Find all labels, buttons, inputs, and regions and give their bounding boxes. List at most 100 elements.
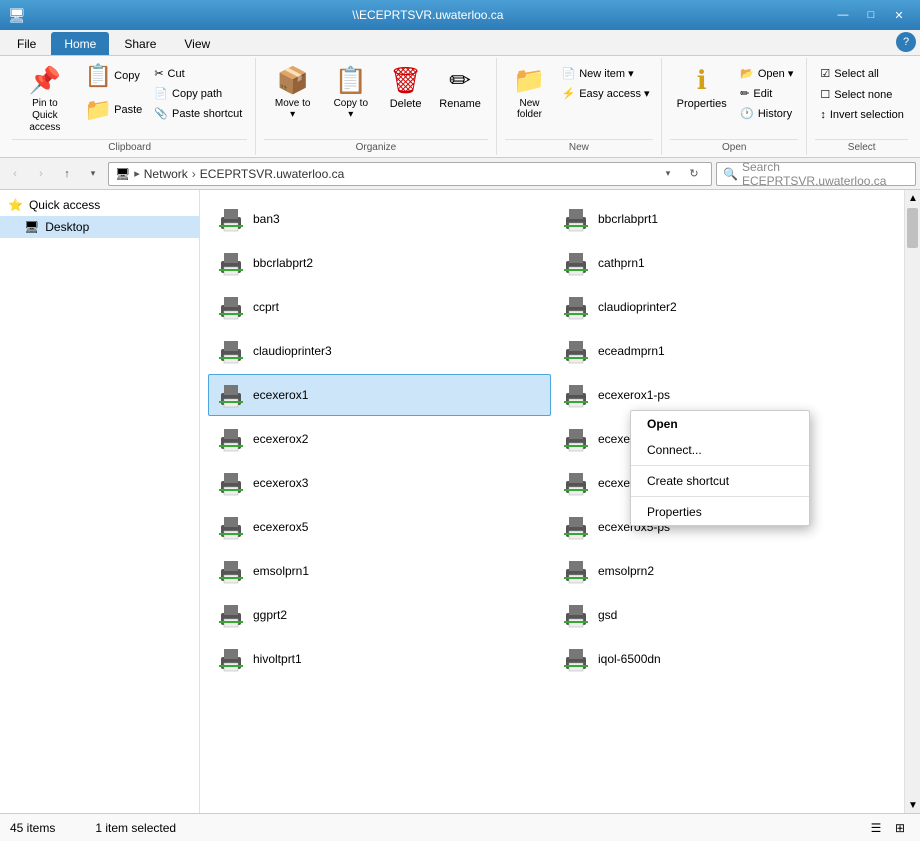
printer-icon xyxy=(215,643,247,675)
file-item[interactable]: ecexerox2 xyxy=(208,418,551,460)
tab-home[interactable]: Home xyxy=(51,32,109,55)
properties-button[interactable]: ℹ Properties xyxy=(670,60,733,115)
minimize-button[interactable]: — xyxy=(830,5,856,25)
maximize-button[interactable]: □ xyxy=(858,5,884,25)
clipboard-label: Clipboard xyxy=(12,139,247,153)
copy-path-icon: 📄 xyxy=(154,87,168,100)
file-item[interactable]: ecexerox5 xyxy=(208,506,551,548)
sidebar-item-quick-access[interactable]: ⭐ Quick access xyxy=(0,194,199,216)
context-menu-open[interactable]: Open xyxy=(631,411,809,437)
tab-file[interactable]: File xyxy=(4,32,49,55)
cut-button[interactable]: ✂ Cut xyxy=(149,64,247,83)
printer-icon xyxy=(560,599,592,631)
file-item[interactable]: emsolprn2 xyxy=(553,550,896,592)
address-bar[interactable]: 🖥 ▸ Network › ECEPRTSVR.uwaterloo.ca ▾ ↻ xyxy=(108,162,712,186)
file-item[interactable]: ecexerox3 xyxy=(208,462,551,504)
refresh-button[interactable]: ↻ xyxy=(683,163,705,185)
forward-button[interactable]: › xyxy=(30,163,52,185)
open-button[interactable]: 📂 Open ▾ xyxy=(735,64,798,83)
file-item[interactable]: eceadmprn1 xyxy=(553,330,896,372)
printer-icon xyxy=(215,599,247,631)
invert-selection-button[interactable]: ↕ Invert selection xyxy=(815,106,908,124)
file-item-ecexerox1[interactable]: ecexerox1 xyxy=(208,374,551,416)
scroll-up-button[interactable]: ▲ xyxy=(905,190,920,206)
file-item[interactable]: claudioprinter3 xyxy=(208,330,551,372)
edit-button[interactable]: ✏ Edit xyxy=(735,84,798,103)
new-folder-icon: 📁 xyxy=(513,65,545,96)
search-bar[interactable]: 🔍 Search ECEPRTSVR.uwaterloo.ca xyxy=(716,162,916,186)
select-label: Select xyxy=(815,139,908,153)
desktop-icon: 🖥 xyxy=(24,220,39,234)
view-list-button[interactable]: ☰ xyxy=(866,818,886,838)
printer-icon xyxy=(560,511,592,543)
up-button[interactable]: ↑ xyxy=(56,163,78,185)
file-item[interactable]: ggprt2 xyxy=(208,594,551,636)
back-button[interactable]: ‹ xyxy=(4,163,26,185)
select-all-button[interactable]: ☑ Select all xyxy=(815,64,884,83)
selected-count: 1 item selected xyxy=(95,821,176,835)
copy-button[interactable]: 📋 Copy xyxy=(80,60,148,92)
file-item[interactable]: ban3 xyxy=(208,198,551,240)
select-none-button[interactable]: ☐ Select none xyxy=(815,85,897,104)
address-dropdown[interactable]: ▾ xyxy=(657,163,679,185)
scroll-down-button[interactable]: ▼ xyxy=(905,797,920,813)
delete-button[interactable]: 🗑 Delete xyxy=(381,60,431,115)
paste-shortcut-button[interactable]: 📎 Paste shortcut xyxy=(149,104,247,123)
printer-icon xyxy=(215,555,247,587)
quick-access-icon: ⭐ xyxy=(8,198,23,212)
pin-to-quick-access-button[interactable]: 📌 Pin to Quickaccess xyxy=(12,60,78,139)
new-item-button[interactable]: 📄 New item ▾ xyxy=(557,64,655,83)
close-button[interactable]: ✕ xyxy=(886,5,912,25)
copy-to-button[interactable]: 📋 Copy to ▾ xyxy=(323,60,379,125)
paste-button[interactable]: 📁 Paste xyxy=(80,94,148,126)
printer-icon xyxy=(560,203,592,235)
folder-icon: 🖥 xyxy=(115,167,130,181)
file-item[interactable]: emsolprn1 xyxy=(208,550,551,592)
file-item[interactable]: gsd xyxy=(553,594,896,636)
sidebar-item-desktop[interactable]: 🖥 Desktop xyxy=(0,216,199,238)
view-grid-button[interactable]: ⊞ xyxy=(890,818,910,838)
invert-icon: ↕ xyxy=(820,109,826,121)
printer-icon xyxy=(560,291,592,323)
sidebar: ⭐ Quick access 🖥 Desktop xyxy=(0,190,200,813)
tab-view[interactable]: View xyxy=(171,32,223,55)
help-button[interactable]: ? xyxy=(896,32,916,52)
cut-icon: ✂ xyxy=(154,67,163,80)
new-label: New xyxy=(505,139,654,153)
tab-share[interactable]: Share xyxy=(111,32,169,55)
new-folder-button[interactable]: 📁 Newfolder xyxy=(505,60,555,125)
printer-icon xyxy=(560,335,592,367)
context-menu-connect[interactable]: Connect... xyxy=(631,437,809,463)
printer-icon xyxy=(215,203,247,235)
move-to-icon: 📦 xyxy=(276,65,308,96)
edit-icon: ✏ xyxy=(740,87,749,100)
file-item[interactable]: ccprt xyxy=(208,286,551,328)
select-all-icon: ☑ xyxy=(820,67,830,80)
file-item[interactable]: bbcrlabprt1 xyxy=(553,198,896,240)
file-item[interactable]: claudioprinter2 xyxy=(553,286,896,328)
scrollbar[interactable]: ▲ ▼ xyxy=(904,190,920,813)
scroll-thumb[interactable] xyxy=(907,208,918,248)
window-title: \\ECEPRTSVR.uwaterloo.ca xyxy=(26,8,830,22)
context-menu-create-shortcut[interactable]: Create shortcut xyxy=(631,468,809,494)
properties-icon: ℹ xyxy=(697,65,707,96)
file-item[interactable]: iqol-6500dn xyxy=(553,638,896,680)
printer-icon xyxy=(560,555,592,587)
main-area: ⭐ Quick access 🖥 Desktop ban3 xyxy=(0,190,920,813)
recent-button[interactable]: ▾ xyxy=(82,163,104,185)
easy-access-button[interactable]: ⚡ Easy access ▾ xyxy=(557,84,655,103)
file-item[interactable]: cathprn1 xyxy=(553,242,896,284)
context-menu-properties[interactable]: Properties xyxy=(631,499,809,525)
move-to-button[interactable]: 📦 Move to ▾ xyxy=(264,60,321,125)
printer-icon xyxy=(215,247,247,279)
copy-path-button[interactable]: 📄 Copy path xyxy=(149,84,247,103)
paste-icon: 📁 xyxy=(85,97,112,123)
file-item[interactable]: bbcrlabprt2 xyxy=(208,242,551,284)
printer-icon xyxy=(215,379,247,411)
history-button[interactable]: 🕐 History xyxy=(735,104,798,123)
paste-shortcut-icon: 📎 xyxy=(154,107,168,120)
file-item[interactable]: hivoltprt1 xyxy=(208,638,551,680)
printer-icon xyxy=(560,423,592,455)
copy-to-icon: 📋 xyxy=(335,65,367,96)
rename-button[interactable]: ✏ Rename xyxy=(433,60,488,115)
